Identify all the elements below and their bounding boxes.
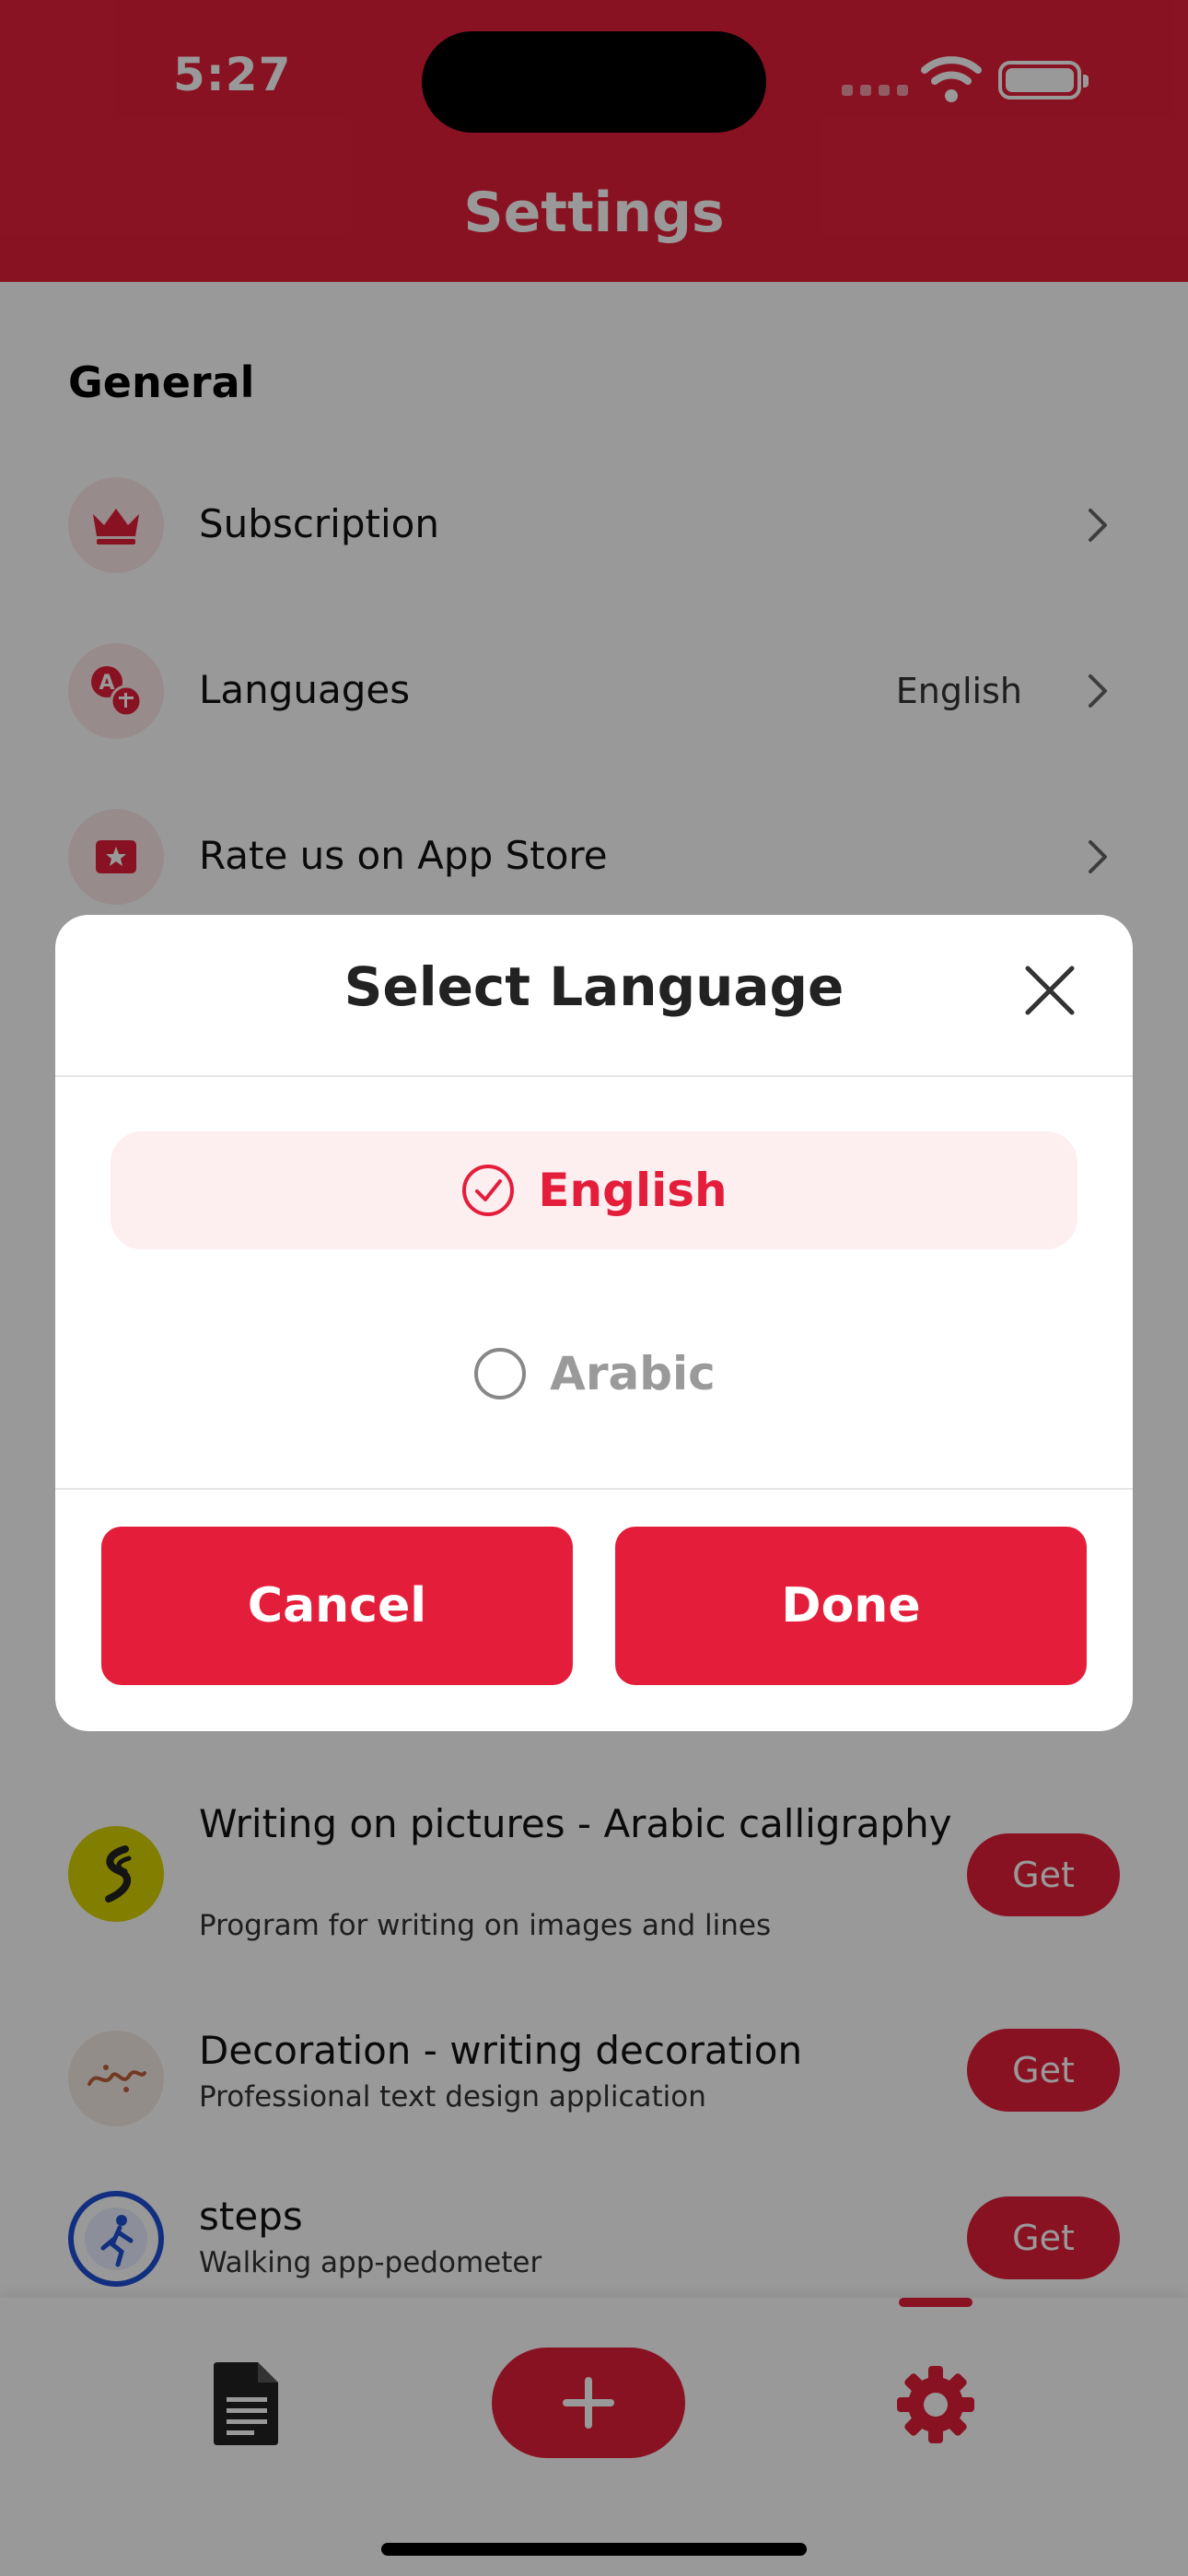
modal-title: Select Language <box>344 955 844 1018</box>
language-option-label: Arabic <box>550 1347 716 1400</box>
divider <box>55 1075 1133 1077</box>
select-language-modal: Select Language English Arabic Cancel Do… <box>55 915 1133 1731</box>
close-icon[interactable] <box>1022 963 1077 1018</box>
done-button[interactable]: Done <box>615 1527 1087 1685</box>
language-option-english[interactable]: English <box>111 1131 1077 1249</box>
cancel-button[interactable]: Cancel <box>101 1527 573 1685</box>
check-circle-icon <box>462 1165 515 1216</box>
radio-empty-icon <box>474 1348 527 1399</box>
language-option-arabic[interactable]: Arabic <box>111 1315 1077 1433</box>
divider <box>55 1488 1133 1490</box>
language-option-label: English <box>538 1164 728 1217</box>
